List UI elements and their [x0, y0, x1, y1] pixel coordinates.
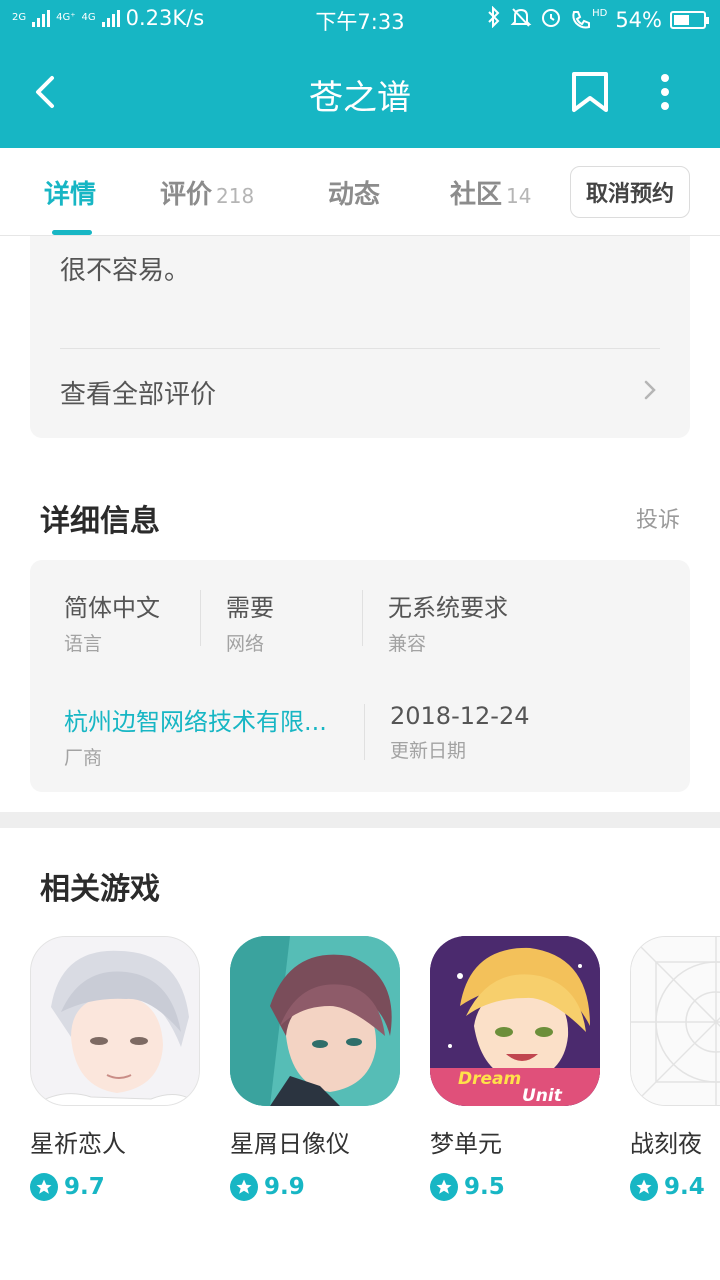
battery-percent: 54%	[615, 7, 662, 32]
network-label: 网络	[226, 633, 265, 655]
report-link[interactable]: 投诉	[636, 502, 680, 534]
vendor-link[interactable]: 杭州边智网络技术有限...	[64, 702, 327, 737]
hd-call-icon: HD	[570, 7, 608, 31]
star-icon	[630, 1173, 658, 1201]
tab-community[interactable]: 社区 14	[450, 174, 531, 211]
tab-reviews-count: 218	[216, 184, 255, 208]
tab-community-count: 14	[506, 184, 532, 208]
game-icon[interactable]: Dream Unit	[430, 936, 600, 1106]
related-game-card[interactable]: 战刻夜 9.4	[630, 936, 720, 1201]
hd-label: HD	[592, 7, 608, 19]
related-game-card[interactable]: Dream Unit 梦单元 9.5	[430, 936, 600, 1201]
separator	[362, 590, 363, 646]
dream-unit-logo-text: Dream	[458, 1069, 521, 1089]
separator	[364, 704, 365, 760]
tab-community-label: 社区	[450, 180, 503, 210]
mute-bell-icon	[510, 6, 532, 33]
rating-value: 9.5	[464, 1174, 505, 1200]
language-label: 语言	[64, 633, 103, 655]
network-value: 需要	[226, 594, 274, 622]
game-icon[interactable]	[30, 936, 200, 1106]
rating-value: 9.9	[264, 1174, 305, 1200]
dream-unit-logo-text-2: Unit	[522, 1086, 563, 1106]
more-vertical-icon[interactable]	[650, 70, 680, 114]
battery-icon	[670, 10, 709, 29]
language-value: 简体中文	[64, 594, 160, 622]
tab-reviews-label: 评价	[160, 180, 213, 210]
game-icon-placeholder[interactable]	[630, 936, 720, 1106]
game-rating: 9.9	[230, 1173, 400, 1201]
compat-value: 无系统要求	[388, 594, 508, 622]
section-divider	[0, 812, 720, 828]
related-game-card[interactable]: 星屑日像仪 9.9	[230, 936, 400, 1201]
game-name[interactable]: 梦单元	[430, 1124, 600, 1159]
compat-info: 无系统要求 兼容	[388, 588, 508, 656]
rating-value: 9.4	[664, 1174, 705, 1200]
update-date-label: 更新日期	[390, 740, 467, 762]
related-game-card[interactable]: 星祈恋人 9.7	[30, 936, 200, 1201]
game-rating: 9.4	[630, 1173, 720, 1201]
update-info: 2018-12-24 更新日期	[390, 702, 529, 763]
update-date-value: 2018-12-24	[390, 702, 530, 730]
compat-label: 兼容	[388, 633, 427, 655]
star-icon	[430, 1173, 458, 1201]
game-name[interactable]: 战刻夜	[630, 1124, 720, 1159]
game-rating: 9.7	[30, 1173, 200, 1201]
page-title: 苍之谱	[309, 78, 411, 118]
vendor-label: 厂商	[64, 747, 103, 769]
game-name[interactable]: 星屑日像仪	[230, 1124, 400, 1159]
divider	[60, 348, 660, 349]
tab-activity[interactable]: 动态	[328, 174, 380, 211]
tab-bar: 详情 评价 218 动态 社区 14 取消预约	[0, 148, 720, 236]
language-info: 简体中文 语言	[64, 588, 160, 656]
star-icon	[230, 1173, 258, 1201]
review-card: 很不容易。 查看全部评价	[30, 236, 690, 438]
game-rating: 9.5	[430, 1173, 600, 1201]
vendor-info[interactable]: 杭州边智网络技术有限... 厂商	[64, 702, 327, 770]
tab-activity-label: 动态	[328, 180, 381, 210]
alarm-icon	[540, 6, 562, 33]
active-tab-indicator	[52, 230, 92, 235]
view-all-reviews-link[interactable]: 查看全部评价	[60, 374, 216, 411]
bookmark-icon[interactable]	[570, 70, 610, 114]
bluetooth-icon	[486, 5, 502, 33]
details-title: 详细信息	[40, 504, 160, 539]
separator	[200, 590, 201, 646]
tab-details-label: 详情	[44, 180, 97, 210]
rating-value: 9.7	[64, 1174, 105, 1200]
game-name[interactable]: 星祈恋人	[30, 1124, 200, 1159]
details-card: 简体中文 语言 需要 网络 无系统要求 兼容 杭州边智网络技术有限... 厂商 …	[30, 560, 690, 792]
tab-reviews[interactable]: 评价 218	[160, 174, 254, 211]
app-bar: 苍之谱	[0, 36, 720, 148]
related-games-title: 相关游戏	[40, 872, 160, 907]
star-icon	[30, 1173, 58, 1201]
chevron-right-icon[interactable]	[642, 378, 658, 402]
tab-details[interactable]: 详情	[44, 174, 96, 211]
game-icon[interactable]	[230, 936, 400, 1106]
status-bar: 2G 4G⁺ 4G 0.23K/s 下午7:33 HD 54%	[0, 0, 720, 36]
battery-fill	[674, 14, 690, 25]
review-text: 很不容易。	[60, 256, 191, 286]
network-info: 需要 网络	[226, 588, 274, 656]
cancel-reservation-button[interactable]: 取消预约	[570, 166, 690, 218]
